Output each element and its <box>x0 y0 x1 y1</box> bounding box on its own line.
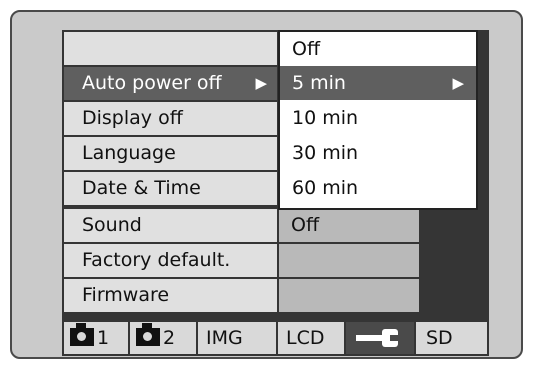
option-label: 5 min <box>292 72 346 94</box>
tab-lcd[interactable]: LCD <box>278 322 344 354</box>
menu-item-label: Sound <box>82 214 142 236</box>
menu-item-auto-power-off[interactable]: Auto power off ▶ <box>64 67 277 100</box>
menu-item-label: Display off <box>82 107 183 129</box>
menu-item-language[interactable]: Language <box>64 137 277 170</box>
tab-img[interactable]: IMG <box>198 322 276 354</box>
menu-item-date-time[interactable]: Date & Time <box>64 172 277 205</box>
dropdown-option-5-min[interactable]: 5 min ▶ <box>280 66 476 100</box>
tab-label: LCD <box>286 327 325 349</box>
menu-item-factory-default[interactable]: Factory default. <box>64 244 277 277</box>
dropdown-option-60-min[interactable]: 60 min <box>280 171 476 205</box>
dropdown-option-10-min[interactable]: 10 min <box>280 101 476 135</box>
submenu-arrow-icon: ▶ <box>452 74 464 92</box>
menu-item-label: Factory default. <box>82 249 231 271</box>
option-label: 10 min <box>292 107 359 129</box>
menu-item-label: Firmware <box>82 284 170 306</box>
tab-camera-2[interactable]: 2 <box>130 322 196 354</box>
dropdown-option-30-min[interactable]: 30 min <box>280 136 476 170</box>
camera-setup-screen: Auto power off ▶ Display off Language Da… <box>62 30 489 356</box>
menu-item-label: Language <box>82 142 176 164</box>
submenu-arrow-icon: ▶ <box>255 74 267 92</box>
option-label: Off <box>292 38 321 60</box>
menu-item-firmware[interactable]: Firmware <box>64 279 277 312</box>
menu-item-label: Date & Time <box>82 177 201 199</box>
tab-label: 2 <box>163 327 176 349</box>
tab-label: SD <box>426 327 453 349</box>
menu-item-sound[interactable]: Sound <box>64 209 277 242</box>
camera-icon <box>70 323 94 346</box>
setup-menu: Auto power off ▶ Display off Language Da… <box>62 30 489 320</box>
option-label: 60 min <box>292 177 359 199</box>
menu-item-display-off[interactable]: Display off <box>64 102 277 135</box>
menu-item-blank <box>64 32 277 65</box>
factory-default-value <box>279 244 419 277</box>
tab-setup[interactable] <box>346 322 414 354</box>
wrench-icon <box>356 329 400 347</box>
tab-label: IMG <box>206 327 243 349</box>
menu-item-label: Auto power off <box>82 72 222 94</box>
option-label: 30 min <box>292 142 359 164</box>
tab-label: 1 <box>97 327 110 349</box>
camera-icon <box>136 323 160 346</box>
tab-camera-1[interactable]: 1 <box>64 322 128 354</box>
dropdown-option-off[interactable]: Off <box>280 32 476 66</box>
firmware-value <box>279 279 419 312</box>
auto-power-off-dropdown: Off 5 min ▶ 10 min 30 min 60 min <box>278 30 478 210</box>
tab-sd[interactable]: SD <box>416 322 487 354</box>
sound-value: Off <box>279 209 419 242</box>
menu-tab-bar: 1 2 IMG LCD SD <box>62 320 489 356</box>
